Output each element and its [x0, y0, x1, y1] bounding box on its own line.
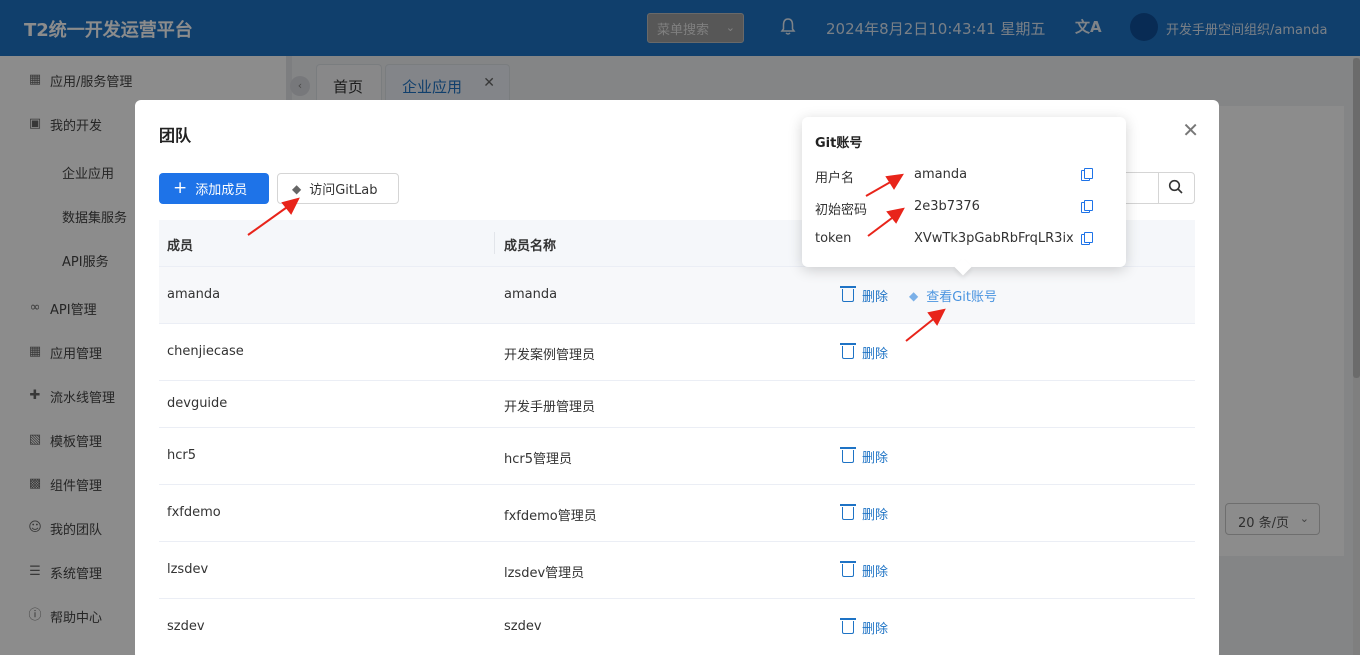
git-token-value: XVwTk3pGabRbFrqLR3ix [914, 231, 1074, 246]
copy-icon[interactable] [1081, 200, 1093, 213]
copy-icon[interactable] [1081, 168, 1093, 181]
add-member-button[interactable]: + 添加成员 [159, 173, 269, 204]
table-row: fxfdemo fxfdemo管理员 删除 [159, 485, 1195, 542]
member-cell: amanda [167, 287, 221, 302]
table-row: amanda amanda 删除 ◆ 查看Git账号 [159, 267, 1195, 324]
git-account-popover: Git账号 用户名 amanda 初始密码 2e3b7376 token XVw… [802, 117, 1126, 267]
member-name-cell: 开发手册管理员 [504, 400, 596, 415]
trash-icon [840, 561, 856, 577]
popover-title: Git账号 [815, 136, 863, 151]
member-name-cell: lzsdev管理员 [504, 566, 585, 581]
table-row: chenjiecase 开发案例管理员 删除 [159, 324, 1195, 381]
delete-label: 删除 [862, 508, 889, 523]
gitlab-icon: ◆ [292, 181, 302, 196]
add-member-label: 添加成员 [195, 183, 248, 198]
modal-title: 团队 [159, 126, 192, 145]
member-search-input[interactable] [1120, 172, 1195, 204]
table-row: devguide 开发手册管理员 [159, 381, 1195, 428]
git-password-key: 初始密码 [815, 203, 868, 218]
close-icon[interactable]: ✕ [1182, 118, 1199, 142]
trash-icon [840, 618, 856, 634]
git-username-value: amanda [914, 167, 968, 182]
delete-button[interactable]: 删除 [840, 618, 889, 637]
member-cell: devguide [167, 396, 228, 411]
delete-label: 删除 [862, 451, 889, 466]
delete-button[interactable]: 删除 [840, 286, 889, 305]
member-cell: fxfdemo [167, 505, 221, 520]
git-username-key: 用户名 [815, 171, 855, 186]
delete-button[interactable]: 删除 [840, 447, 889, 466]
member-cell: chenjiecase [167, 344, 244, 359]
table-row: lzsdev lzsdev管理员 删除 [159, 542, 1195, 599]
search-divider [1158, 173, 1159, 203]
delete-button[interactable]: 删除 [840, 343, 889, 362]
git-token-key: token [815, 231, 852, 246]
search-icon[interactable] [1168, 179, 1184, 195]
column-member-name: 成员名称 [504, 239, 557, 254]
delete-label: 删除 [862, 347, 889, 362]
gitlab-icon: ◆ [909, 288, 919, 303]
view-git-label: 查看Git账号 [926, 290, 998, 305]
member-name-cell: szdev [504, 619, 542, 634]
trash-icon [840, 504, 856, 520]
delete-label: 删除 [862, 622, 889, 637]
git-password-value: 2e3b7376 [914, 199, 980, 214]
member-cell: hcr5 [167, 448, 197, 463]
delete-label: 删除 [862, 290, 889, 305]
column-member: 成员 [167, 239, 194, 254]
member-name-cell: amanda [504, 287, 558, 302]
plus-icon: + [173, 178, 188, 198]
trash-icon [840, 447, 856, 463]
table-row: szdev szdev 删除 [159, 599, 1195, 655]
member-name-cell: hcr5管理员 [504, 452, 573, 467]
member-cell: szdev [167, 619, 205, 634]
git-token-row: token XVwTk3pGabRbFrqLR3ix [815, 231, 1115, 251]
visit-gitlab-button[interactable]: ◆ 访问GitLab [277, 173, 399, 204]
table-row: hcr5 hcr5管理员 删除 [159, 428, 1195, 485]
member-name-cell: 开发案例管理员 [504, 348, 596, 363]
trash-icon [840, 286, 856, 302]
member-name-cell: fxfdemo管理员 [504, 509, 597, 524]
column-divider [494, 232, 495, 254]
view-git-account-button[interactable]: ◆ 查看Git账号 [909, 286, 998, 306]
trash-icon [840, 343, 856, 359]
delete-button[interactable]: 删除 [840, 504, 889, 523]
member-cell: lzsdev [167, 562, 209, 577]
visit-gitlab-label: 访问GitLab [309, 183, 378, 198]
delete-button[interactable]: 删除 [840, 561, 889, 580]
delete-label: 删除 [862, 565, 889, 580]
git-username-row: 用户名 amanda [815, 167, 1115, 187]
copy-icon[interactable] [1081, 232, 1093, 245]
git-password-row: 初始密码 2e3b7376 [815, 199, 1115, 219]
